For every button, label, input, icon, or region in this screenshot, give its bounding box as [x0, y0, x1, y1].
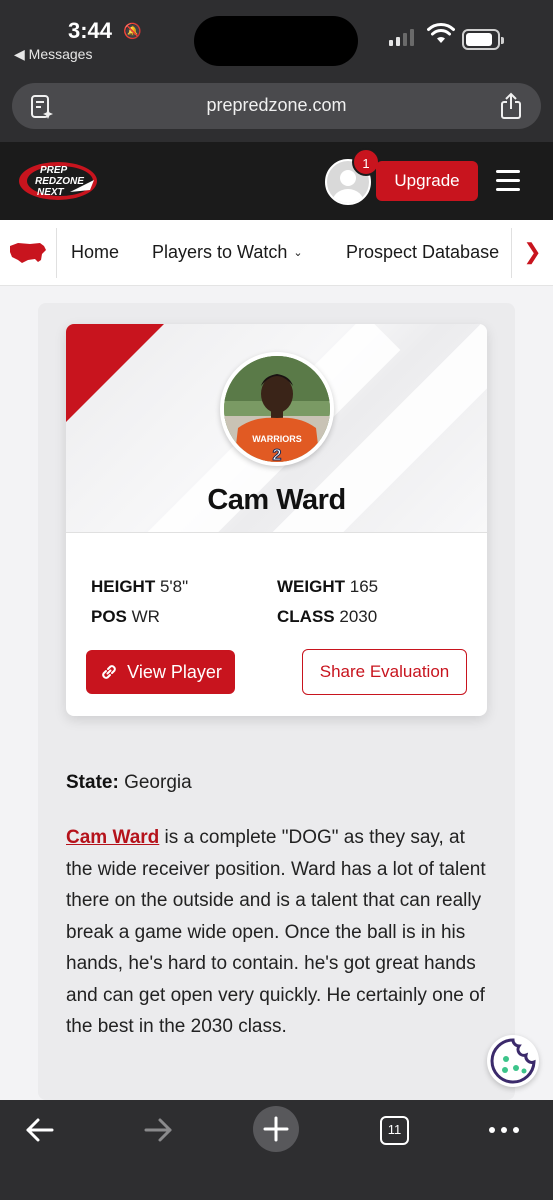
nav-scroll-right-chevron-icon[interactable]: ❯ — [511, 228, 553, 278]
site-header: PREP REDZONE NEXT 1 Upgrade — [0, 142, 553, 220]
back-arrow-icon[interactable] — [24, 1114, 56, 1146]
player-photo: WARRIORS 2 — [220, 352, 334, 466]
silent-bell-icon: 🔕 — [123, 23, 142, 40]
logo-word-next: NEXT — [37, 187, 65, 198]
stat-pos-value: WR — [131, 607, 160, 626]
share-icon[interactable] — [499, 92, 523, 120]
stat-height-label: HEIGHT — [91, 577, 156, 596]
browser-toolbar: 11 — [0, 1100, 553, 1200]
back-to-messages-link[interactable]: ◀ Messages — [14, 46, 92, 63]
cookie-settings-icon[interactable] — [487, 1035, 539, 1087]
nav-home[interactable]: Home — [71, 242, 119, 263]
prep-redzone-next-logo[interactable]: PREP REDZONE NEXT — [18, 160, 102, 202]
player-profile-card: WARRIORS 2 Cam Ward HEIGHT 5'8" WEIGHT 1… — [66, 324, 487, 716]
player-profile-link[interactable]: Cam Ward — [66, 827, 159, 848]
cellular-signal-icon — [389, 26, 414, 46]
logo-word-redzone: REDZONE — [35, 176, 84, 187]
main-nav: Home Players to Watch ⌄ Prospect Database… — [0, 220, 553, 286]
stat-class-label: CLASS — [277, 607, 335, 626]
stat-position: POS WR — [91, 607, 160, 627]
battery-level — [466, 33, 492, 46]
state-line: State: Georgia — [66, 772, 192, 794]
state-label: State: — [66, 772, 119, 793]
address-bar[interactable]: prepredzone.com — [12, 83, 541, 129]
hamburger-menu-icon[interactable] — [496, 170, 520, 192]
stat-weight-value: 165 — [349, 577, 379, 596]
stat-height-value: 5'8" — [159, 577, 189, 596]
logo-word-prep: PREP — [40, 165, 68, 176]
jersey-text: WARRIORS — [252, 434, 302, 444]
status-bar: 3:44 🔕 ◀ Messages — [0, 0, 553, 72]
more-options-icon[interactable] — [488, 1124, 520, 1136]
browser-address-area: prepredzone.com — [0, 72, 553, 142]
chevron-down-icon: ⌄ — [293, 247, 303, 259]
nav-divider — [56, 228, 57, 278]
evaluation-body: is a complete "DOG" as they say, at the … — [66, 827, 486, 1037]
stat-class-value: 2030 — [339, 607, 378, 626]
divider — [66, 532, 487, 533]
upgrade-button[interactable]: Upgrade — [376, 161, 478, 201]
new-tab-button[interactable] — [253, 1106, 299, 1152]
stat-height: HEIGHT 5'8" — [91, 577, 188, 597]
stat-class: CLASS 2030 — [277, 607, 377, 627]
profile-banner: WARRIORS 2 Cam Ward — [66, 324, 487, 584]
url-text[interactable]: prepredzone.com — [12, 95, 541, 116]
player-name: Cam Ward — [207, 484, 346, 516]
nav-players-to-watch-label: Players to Watch — [152, 242, 288, 262]
nav-prospect-database[interactable]: Prospect Database — [346, 242, 499, 263]
tabs-button[interactable]: 11 — [380, 1116, 409, 1145]
share-evaluation-button[interactable]: Share Evaluation — [302, 649, 467, 695]
usa-map-icon[interactable] — [8, 240, 48, 266]
plus-icon — [263, 1116, 289, 1142]
forward-arrow-icon[interactable] — [142, 1114, 174, 1146]
evaluation-text: Cam Ward is a complete "DOG" as they say… — [66, 822, 496, 1043]
clock: 3:44 — [68, 18, 113, 43]
view-player-button[interactable]: View Player — [86, 650, 235, 694]
stat-pos-label: POS — [91, 607, 127, 626]
wifi-icon — [427, 22, 455, 43]
view-player-label: View Player — [127, 661, 222, 682]
red-corner-accent — [66, 324, 164, 422]
nav-players-to-watch[interactable]: Players to Watch ⌄ — [152, 242, 303, 263]
battery-icon — [462, 29, 504, 50]
stat-weight: WEIGHT 165 — [277, 577, 378, 597]
stat-weight-label: WEIGHT — [277, 577, 345, 596]
svg-text:2: 2 — [273, 447, 282, 462]
state-value: Georgia — [124, 772, 192, 793]
dynamic-island — [194, 16, 358, 66]
link-icon — [102, 665, 116, 679]
